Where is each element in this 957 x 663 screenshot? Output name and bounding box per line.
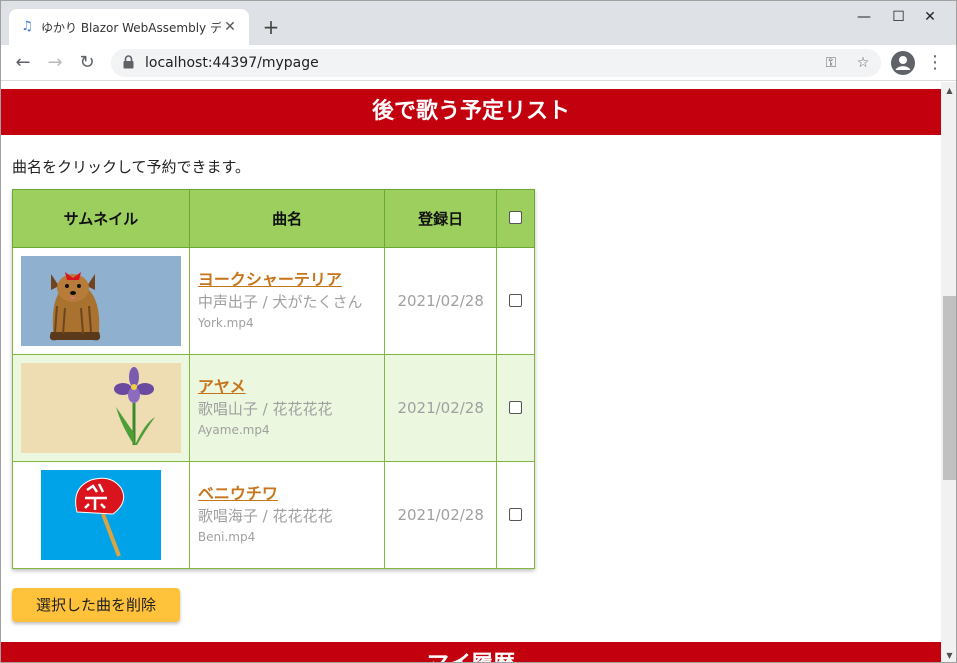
select-all-checkbox[interactable] bbox=[509, 210, 523, 224]
next-section-title: マイ履歴 bbox=[1, 642, 941, 662]
person-icon bbox=[895, 56, 911, 70]
song-cell: アヤメ 歌唱山子 / 花花花花 Ayame.mp4 bbox=[188, 354, 386, 462]
intro-text: 曲名をクリックして予約できます。 bbox=[12, 158, 251, 176]
back-arrow-icon[interactable]: ← bbox=[10, 50, 36, 76]
row-select-checkbox[interactable] bbox=[509, 507, 523, 521]
music-note-icon: ♫ bbox=[21, 19, 33, 34]
tab-strip: ♫ ゆかり Blazor WebAssembly デモ ✕ + — ☐ ✕ bbox=[1, 1, 956, 45]
header-thumbnail: サムネイル bbox=[12, 189, 190, 248]
delete-selected-button[interactable]: 選択した曲を削除 bbox=[12, 588, 180, 622]
yorkshire-terrier-thumbnail[interactable] bbox=[20, 256, 181, 346]
address-bar[interactable]: localhost:44397/mypage ⚿ ☆ bbox=[111, 49, 881, 77]
kebab-menu-icon[interactable]: ⋮ bbox=[925, 50, 945, 76]
scroll-up-icon[interactable]: ▲ bbox=[941, 82, 956, 99]
scroll-down-icon[interactable]: ▼ bbox=[941, 647, 956, 662]
row-select-checkbox[interactable] bbox=[509, 400, 523, 414]
key-icon[interactable]: ⚿ bbox=[819, 49, 843, 77]
table-header-row: サムネイル 曲名 登録日 bbox=[12, 189, 535, 248]
header-song: 曲名 bbox=[188, 189, 386, 248]
song-artist: 歌唱山子 / 花花花花 bbox=[197, 400, 333, 418]
browser-window: ♫ ゆかり Blazor WebAssembly デモ ✕ + — ☐ ✕ ← … bbox=[0, 0, 957, 663]
browser-tab[interactable]: ♫ ゆかり Blazor WebAssembly デモ ✕ bbox=[9, 9, 249, 45]
row-select-checkbox[interactable] bbox=[509, 293, 523, 307]
table-row: ヨークシャーテリア 中声出子 / 犬がたくさん York.mp4 2021/02… bbox=[12, 247, 535, 355]
browser-toolbar: ← → ↻ localhost:44397/mypage ⚿ ☆ ⋮ bbox=[1, 45, 956, 81]
url-text: localhost:44397/mypage bbox=[145, 55, 319, 71]
table-row: ベニウチワ 歌唱海子 / 花花花花 Beni.mp4 2021/02/28 bbox=[12, 461, 535, 569]
header-date: 登録日 bbox=[384, 189, 498, 248]
new-tab-button[interactable]: + bbox=[259, 15, 283, 39]
thumbnail-cell bbox=[12, 461, 190, 569]
maximize-button-spacer bbox=[864, 5, 910, 29]
table-row: アヤメ 歌唱山子 / 花花花花 Ayame.mp4 2021/02/28 bbox=[12, 354, 535, 462]
page-viewport: 後で歌う予定リスト 曲名をクリックして予約できます。 サムネイル 曲名 登録日 bbox=[1, 82, 941, 662]
song-file: Ayame.mp4 bbox=[197, 423, 270, 437]
song-cell: ベニウチワ 歌唱海子 / 花花花花 Beni.mp4 bbox=[188, 461, 386, 569]
profile-avatar-icon[interactable] bbox=[891, 51, 915, 75]
thumbnail-cell bbox=[12, 247, 190, 355]
song-artist: 歌唱海子 / 花花花花 bbox=[197, 507, 333, 525]
festival-fan-thumbnail[interactable] bbox=[40, 470, 161, 560]
song-title-link[interactable]: アヤメ bbox=[198, 376, 384, 398]
song-file: Beni.mp4 bbox=[197, 530, 256, 544]
header-select-all bbox=[496, 189, 535, 248]
lock-icon bbox=[123, 55, 134, 69]
song-title-link[interactable]: ベニウチワ bbox=[198, 483, 384, 505]
song-file: York.mp4 bbox=[197, 316, 254, 330]
forward-arrow-icon[interactable]: → bbox=[42, 50, 68, 76]
section-title: 後で歌う予定リスト bbox=[1, 89, 941, 135]
reload-icon[interactable]: ↻ bbox=[74, 50, 100, 76]
select-cell bbox=[496, 354, 535, 462]
star-icon[interactable]: ☆ bbox=[851, 49, 875, 77]
close-window-button[interactable]: ✕ bbox=[910, 5, 950, 29]
scroll-thumb[interactable] bbox=[943, 296, 956, 480]
tab-title: ゆかり Blazor WebAssembly デモ bbox=[41, 20, 221, 35]
registered-date: 2021/02/28 bbox=[384, 461, 498, 569]
vertical-scrollbar[interactable]: ▲ ▼ bbox=[941, 82, 956, 662]
thumbnail-cell bbox=[12, 354, 190, 462]
song-table: サムネイル 曲名 登録日 ヨークシャーテリア 中声出子 / 犬がたくさん Yor… bbox=[12, 189, 535, 569]
iris-flower-thumbnail[interactable] bbox=[20, 363, 181, 453]
select-cell bbox=[496, 461, 535, 569]
tab-close-icon[interactable]: ✕ bbox=[221, 18, 239, 36]
song-artist: 中声出子 / 犬がたくさん bbox=[197, 293, 363, 311]
registered-date: 2021/02/28 bbox=[384, 354, 498, 462]
registered-date: 2021/02/28 bbox=[384, 247, 498, 355]
select-cell bbox=[496, 247, 535, 355]
song-title-link[interactable]: ヨークシャーテリア bbox=[198, 269, 384, 291]
song-cell: ヨークシャーテリア 中声出子 / 犬がたくさん York.mp4 bbox=[188, 247, 386, 355]
